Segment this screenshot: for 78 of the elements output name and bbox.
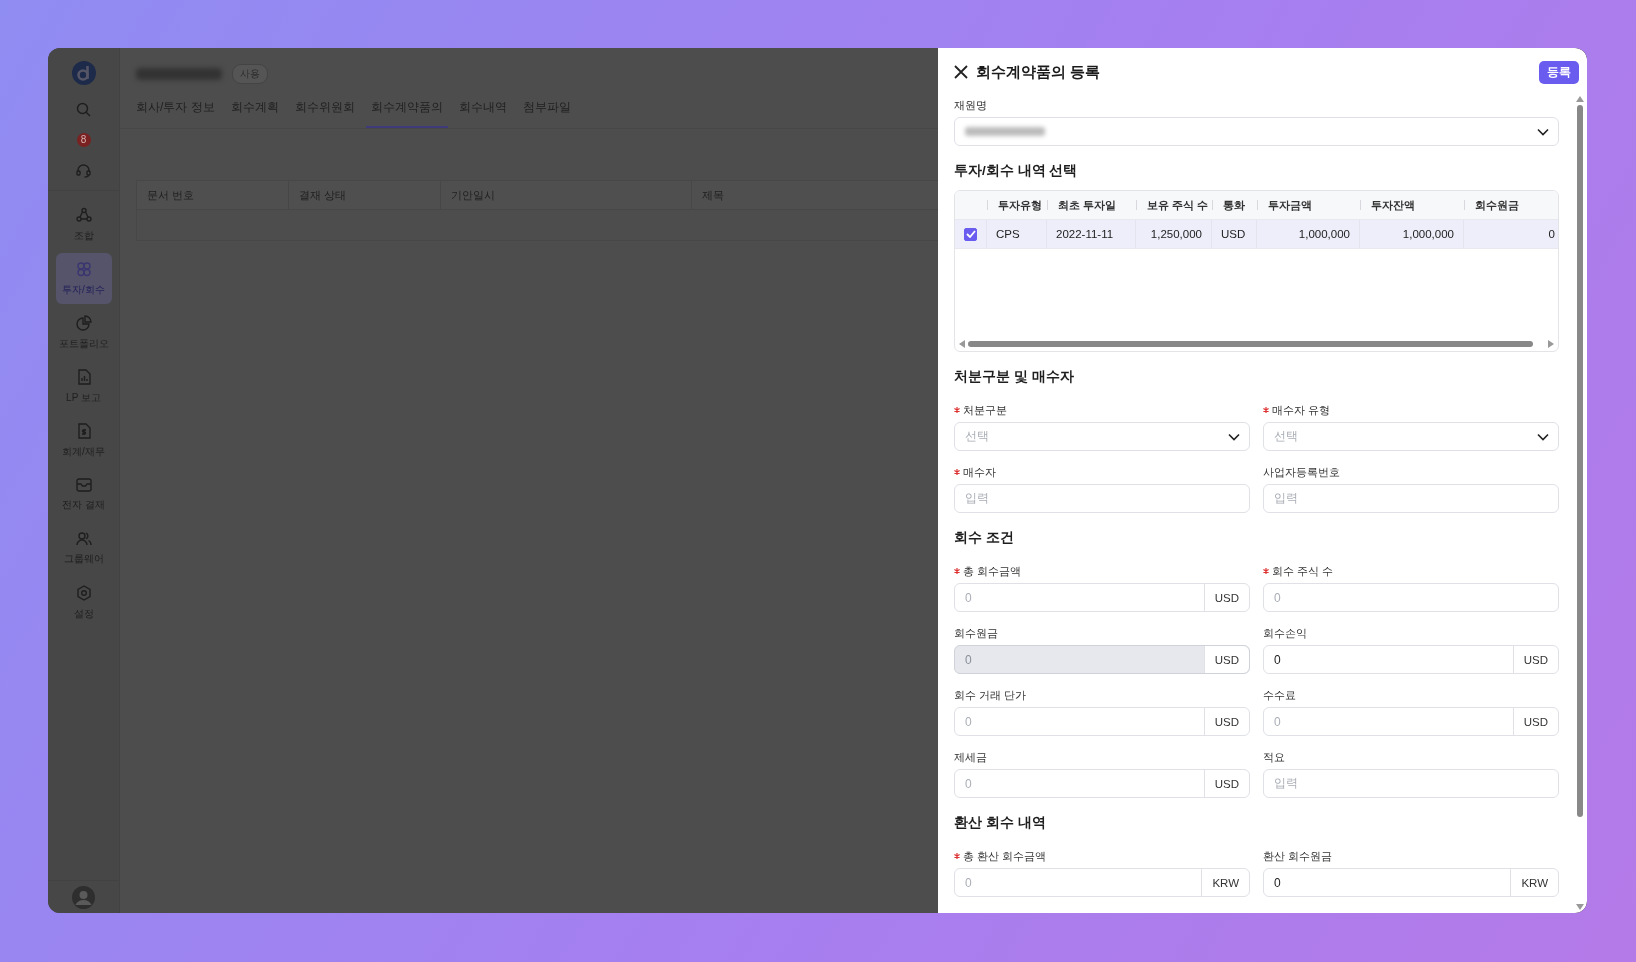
chevron-down-icon (1537, 432, 1549, 441)
coins-icon (75, 260, 92, 277)
section-title: 처분구분 및 매수자 (954, 368, 1075, 386)
column-header: 최초 투자일 (1047, 191, 1136, 219)
required-icon (1263, 407, 1269, 413)
column-header: 투자금액 (1257, 191, 1360, 219)
select-field[interactable] (954, 117, 1559, 146)
field-label: 매수자 유형 (1272, 402, 1331, 418)
field-label: 적요 (1263, 749, 1285, 765)
field-label: 사업자등록번호 (1263, 464, 1340, 480)
table-cell: 2022-11-11 (1047, 220, 1136, 248)
notification-badge[interactable]: 8 (76, 133, 91, 147)
inbox-icon (75, 477, 92, 492)
amount-field: 0 USD (954, 645, 1250, 674)
scroll-right-icon[interactable] (1548, 340, 1554, 348)
network-icon (75, 206, 92, 223)
section-title: 투자/회수 내역 선택 (954, 162, 1079, 180)
report-icon (76, 368, 91, 385)
table-cell: 1,250,000 (1136, 220, 1212, 248)
table-cell: CPS (987, 220, 1047, 248)
chevron-down-icon (1537, 127, 1549, 136)
input-field[interactable]: 입력 (1263, 484, 1559, 513)
column-header: 보유 주식 수 (1136, 191, 1212, 219)
section-title: 환산 회수 내역 (954, 814, 1047, 832)
amount-field[interactable]: 0 USD (1263, 645, 1559, 674)
scroll-up-icon[interactable] (1576, 96, 1584, 102)
required-icon (1263, 568, 1269, 574)
input-field[interactable]: 입력 (1263, 769, 1559, 798)
field-label: 제세금 (954, 749, 987, 765)
field-label: 총 환산 회수금액 (963, 848, 1047, 864)
invoice-icon (76, 422, 91, 439)
scroll-left-icon[interactable] (959, 340, 965, 348)
table-cell: USD (1212, 220, 1257, 248)
users-icon (75, 531, 92, 546)
table-cell-text: 0 (1547, 227, 1556, 242)
chevron-down-icon (1228, 432, 1240, 441)
field-label: 매수자 (963, 464, 996, 480)
drawer-title: 회수계약품의 등록 (976, 62, 1101, 82)
amount-field[interactable]: 0 USD (954, 583, 1250, 612)
field-label: 수수료 (1263, 687, 1296, 703)
checkbox[interactable] (964, 227, 977, 241)
select-field[interactable]: 선택 (1263, 422, 1559, 451)
required-icon (954, 853, 960, 859)
field-label: 회수 거래 단가 (954, 687, 1027, 703)
settings-icon (75, 584, 92, 601)
close-icon[interactable] (954, 65, 968, 79)
field-label: 재원명 (954, 98, 988, 113)
scroll-down-icon[interactable] (1576, 904, 1584, 910)
input-field[interactable]: 입력 (954, 484, 1250, 513)
section-title: 회수 조건 (954, 529, 1015, 547)
amount-field[interactable]: 0 KRW (1263, 868, 1559, 897)
column-header: 투자잔액 (1360, 191, 1464, 219)
amount-field[interactable]: 0 USD (954, 769, 1250, 798)
field-label: 총 회수금액 (963, 563, 1022, 579)
table-cell: 1,000,000 (1360, 220, 1464, 248)
required-icon (954, 568, 960, 574)
field-label: 회수원금 (954, 625, 998, 641)
amount-field[interactable]: 0 USD (1263, 707, 1559, 736)
field-label: 처분구분 (963, 402, 1007, 418)
column-header: 회수원금 (1464, 191, 1558, 219)
input-field[interactable]: 0 (1263, 583, 1559, 612)
avatar-icon[interactable] (72, 885, 95, 909)
headset-icon[interactable] (76, 163, 91, 178)
field-label: 환산 회수원금 (1263, 848, 1333, 864)
field-label: 회수손익 (1263, 625, 1307, 641)
required-icon (954, 407, 960, 413)
search-icon[interactable] (76, 102, 91, 117)
submit-button[interactable]: 등록 (1539, 60, 1579, 84)
amount-field[interactable]: 0 USD (954, 707, 1250, 736)
select-field[interactable]: 선택 (954, 422, 1250, 451)
column-header: 투자유형 (987, 191, 1047, 219)
pie-chart-icon (75, 314, 92, 331)
field-label: 회수 주식 수 (1272, 563, 1334, 579)
amount-field[interactable]: 0 KRW (954, 868, 1250, 897)
table-cell: 1,000,000 (1257, 220, 1360, 248)
logo-icon[interactable] (70, 60, 97, 86)
required-icon (954, 469, 960, 475)
column-header: 통화 (1212, 191, 1257, 219)
